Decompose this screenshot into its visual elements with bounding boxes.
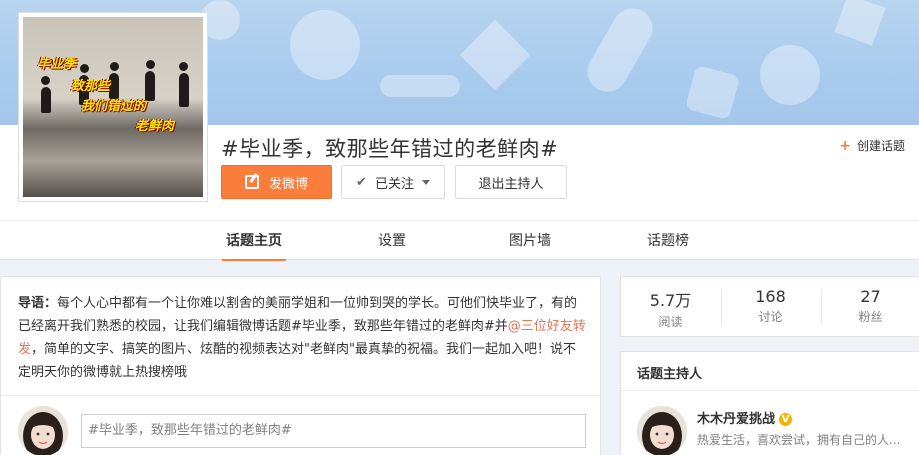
intro-lead: 导语： — [18, 296, 58, 311]
cover-silhouette — [80, 64, 89, 73]
stat-reads[interactable]: 5.7万 阅读 — [621, 287, 720, 330]
verified-v-icon: V — [779, 413, 793, 426]
tab-topic-home[interactable]: 话题主页 — [222, 221, 286, 261]
host-name-row[interactable]: 木木丹爱挑战 V — [697, 408, 793, 427]
banner-decoration — [834, 0, 886, 46]
intro-text: ，简单的文字、搞笑的图片、炫酷的视频表达对"老鲜肉"最真挚的祝福。我们一起加入吧… — [18, 342, 576, 380]
cover-text: 毕业季 — [37, 57, 77, 72]
cover-text: 致那些 — [71, 79, 111, 94]
avatar-image — [637, 406, 687, 455]
banner-decoration — [684, 64, 741, 121]
cover-silhouette — [41, 87, 51, 113]
divider — [621, 390, 919, 391]
stat-label: 讨论 — [758, 310, 783, 324]
banner-decoration — [380, 75, 460, 97]
check-icon: ✔ — [356, 174, 367, 190]
post-weibo-label: 发微博 — [268, 176, 308, 192]
topic-stats: 5.7万 阅读 168 讨论 27 粉丝 — [620, 276, 919, 337]
followed-label: 已关注 — [374, 176, 414, 192]
followed-dropdown-button[interactable]: ✔ 已关注 — [341, 165, 445, 199]
tab-topic-ranking[interactable]: 话题榜 — [646, 221, 690, 261]
cover-text: 我们错过的 — [81, 99, 147, 114]
cover-photo: 毕业季 致那些 我们错过的 老鲜肉 — [23, 17, 203, 197]
banner-decoration — [580, 1, 660, 99]
cover-silhouette — [41, 76, 50, 85]
cover-silhouette — [110, 62, 119, 71]
cover-silhouette — [179, 62, 188, 71]
avatar-image — [18, 406, 68, 455]
edit-icon — [244, 175, 259, 189]
chevron-down-icon — [421, 179, 430, 185]
quit-host-button[interactable]: 退出主持人 — [455, 165, 567, 199]
quit-host-label: 退出主持人 — [478, 176, 544, 192]
host-avatar[interactable] — [637, 406, 687, 455]
create-topic-link[interactable]: + 创建话题 — [839, 137, 905, 154]
cover-silhouette — [145, 71, 155, 101]
topic-cover-image[interactable]: 毕业季 致那些 我们错过的 老鲜肉 — [18, 12, 208, 202]
topic-tabs: 话题主页 设置 图片墙 话题榜 — [0, 220, 919, 261]
banner-decoration — [290, 10, 360, 80]
stat-value: 168 — [755, 287, 786, 306]
compose-input[interactable]: #毕业季，致那些年错过的老鲜肉# — [81, 414, 586, 448]
topic-intro: 导语：每个人心中都有一个让你难以割舍的美丽学姐和一位帅到哭的学长。可他们快毕业了… — [18, 292, 586, 384]
host-section-title: 话题主持人 — [637, 367, 703, 382]
topic-intro-card: 导语：每个人心中都有一个让你难以割舍的美丽学姐和一位帅到哭的学长。可他们快毕业了… — [0, 276, 601, 455]
divider — [1, 395, 600, 396]
intro-text: 每个人心中都有一个让你难以割舍的美丽学姐和一位帅到哭的学长。可他们快毕业了，有的… — [18, 296, 578, 334]
banner-decoration — [760, 45, 820, 105]
tab-settings[interactable]: 设置 — [377, 221, 407, 261]
post-weibo-button[interactable]: 发微博 — [221, 165, 332, 199]
banner-decoration — [459, 19, 531, 91]
stat-fans[interactable]: 27 粉丝 — [821, 287, 919, 325]
tab-photo-wall[interactable]: 图片墙 — [508, 221, 552, 261]
host-description: 热爱生活，喜欢尝试，拥有自己的人... — [697, 433, 901, 447]
stat-label: 阅读 — [658, 315, 683, 329]
cover-silhouette — [179, 73, 189, 107]
create-topic-label: 创建话题 — [856, 139, 905, 153]
host-name: 木木丹爱挑战 — [697, 412, 776, 427]
topic-title: #毕业季，致那些年错过的老鲜肉# — [221, 137, 559, 161]
stat-label: 粉丝 — [858, 310, 883, 324]
topic-host-card: 话题主持人 木木丹爱挑战 V 热爱生活，喜欢尝试，拥有自己的人... — [620, 351, 919, 455]
cover-text: 老鲜肉 — [135, 119, 175, 134]
cover-silhouette — [146, 60, 155, 69]
stat-value: 5.7万 — [649, 291, 692, 310]
plus-icon: + — [839, 138, 851, 154]
stat-discussions[interactable]: 168 讨论 — [721, 287, 820, 325]
stat-value: 27 — [860, 287, 881, 306]
avatar[interactable] — [18, 406, 68, 455]
